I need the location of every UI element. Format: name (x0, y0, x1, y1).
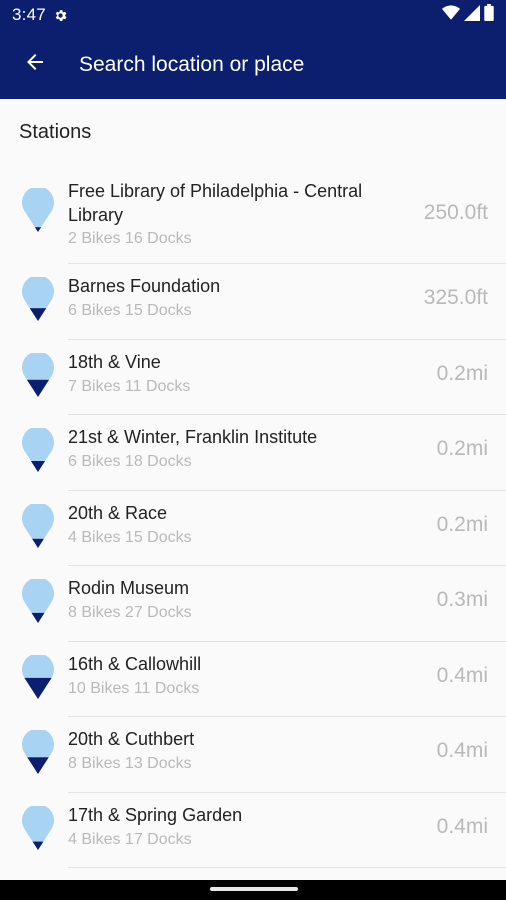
station-list: Free Library of Philadelphia - Central L… (0, 167, 506, 868)
status-icons (442, 4, 494, 26)
station-row[interactable]: Rodin Museum 8 Bikes 27 Docks 0.3mi (0, 566, 506, 642)
station-pin-icon (22, 579, 54, 623)
station-name: 20th & Race (68, 502, 168, 523)
station-row[interactable]: 17th & Spring Garden 4 Bikes 17 Docks 0.4m… (0, 793, 506, 868)
station-distance: 0.2mi (436, 512, 488, 536)
station-availability: 10 Bikes 11 Docks (68, 679, 200, 697)
station-pin-icon (22, 805, 54, 850)
wifi-icon (442, 5, 460, 26)
station-pin-icon (22, 428, 54, 472)
station-pin-icon (22, 352, 54, 397)
station-name: Free Library of Philadelphia - Central L… (68, 181, 363, 225)
station-availability: 4 Bikes 15 Docks (68, 528, 192, 546)
station-availability: 8 Bikes 27 Docks (68, 604, 192, 621)
station-list-screen: Stations Free Library of Philadelphia - … (0, 99, 506, 880)
station-distance: 250.0ft (423, 201, 488, 224)
station-name: Rodin Museum (68, 578, 190, 598)
station-row[interactable]: 20th & Race 4 Bikes 15 Docks 0.2mi (0, 491, 506, 566)
back-button[interactable] (0, 30, 70, 99)
station-availability: 8 Bikes 13 Docks (68, 755, 192, 772)
station-row[interactable]: 21st & Winter, Franklin Institute 6 Bikes… (0, 415, 506, 491)
station-distance: 0.2mi (436, 437, 488, 460)
station-name: 20th & Cuthbert (68, 729, 195, 749)
station-row[interactable]: 18th & Vine 7 Bikes 11 Docks 0.2mi (0, 340, 506, 415)
station-distance: 0.4mi (436, 814, 488, 838)
station-distance: 325.0ft (423, 286, 488, 309)
station-row[interactable]: 16th & Callowhill 10 Bikes 11 Docks 0.4mi (0, 642, 506, 717)
station-distance: 0.4mi (436, 739, 488, 762)
station-availability: 4 Bikes 17 Docks (68, 830, 192, 848)
station-name: 18th & Vine (68, 351, 161, 372)
station-pin-icon (22, 654, 54, 699)
station-distance: 0.2mi (436, 361, 488, 385)
search-field[interactable]: Search location or place (79, 53, 304, 77)
settings-gear-icon (53, 8, 68, 23)
station-pin-icon (22, 277, 54, 321)
app-bar: Search location or place (0, 30, 506, 99)
station-name: 17th & Spring Garden (68, 804, 243, 825)
arrow-back-icon (23, 50, 47, 79)
station-pin-icon (22, 188, 54, 232)
station-availability: 7 Bikes 11 Docks (68, 377, 191, 395)
station-availability: 2 Bikes 16 Docks (68, 230, 192, 247)
station-availability: 6 Bikes 18 Docks (68, 453, 192, 470)
status-time: 3:47 (12, 5, 46, 24)
status-bar: 3:47 (0, 0, 506, 30)
navigation-bar (0, 880, 506, 900)
station-row[interactable]: Barnes Foundation 6 Bikes 15 Docks 325.0ft (0, 264, 506, 340)
station-distance: 0.4mi (436, 663, 488, 687)
station-pin-icon (22, 730, 54, 774)
row-divider (68, 867, 506, 868)
home-gesture-pill[interactable] (210, 887, 298, 891)
station-pin-icon (22, 503, 54, 548)
station-name: Barnes Foundation (68, 276, 221, 296)
cellular-signal-icon (464, 4, 480, 26)
station-name: 16th & Callowhill (68, 653, 202, 674)
battery-icon (484, 4, 494, 26)
section-title: Stations (19, 121, 92, 143)
station-row[interactable]: 20th & Cuthbert 8 Bikes 13 Docks 0.4mi (0, 717, 506, 793)
station-name: 21st & Winter, Franklin Institute (68, 427, 318, 447)
station-row[interactable]: Free Library of Philadelphia - Central L… (0, 167, 506, 264)
station-availability: 6 Bikes 15 Docks (68, 302, 192, 319)
station-distance: 0.3mi (436, 588, 488, 611)
